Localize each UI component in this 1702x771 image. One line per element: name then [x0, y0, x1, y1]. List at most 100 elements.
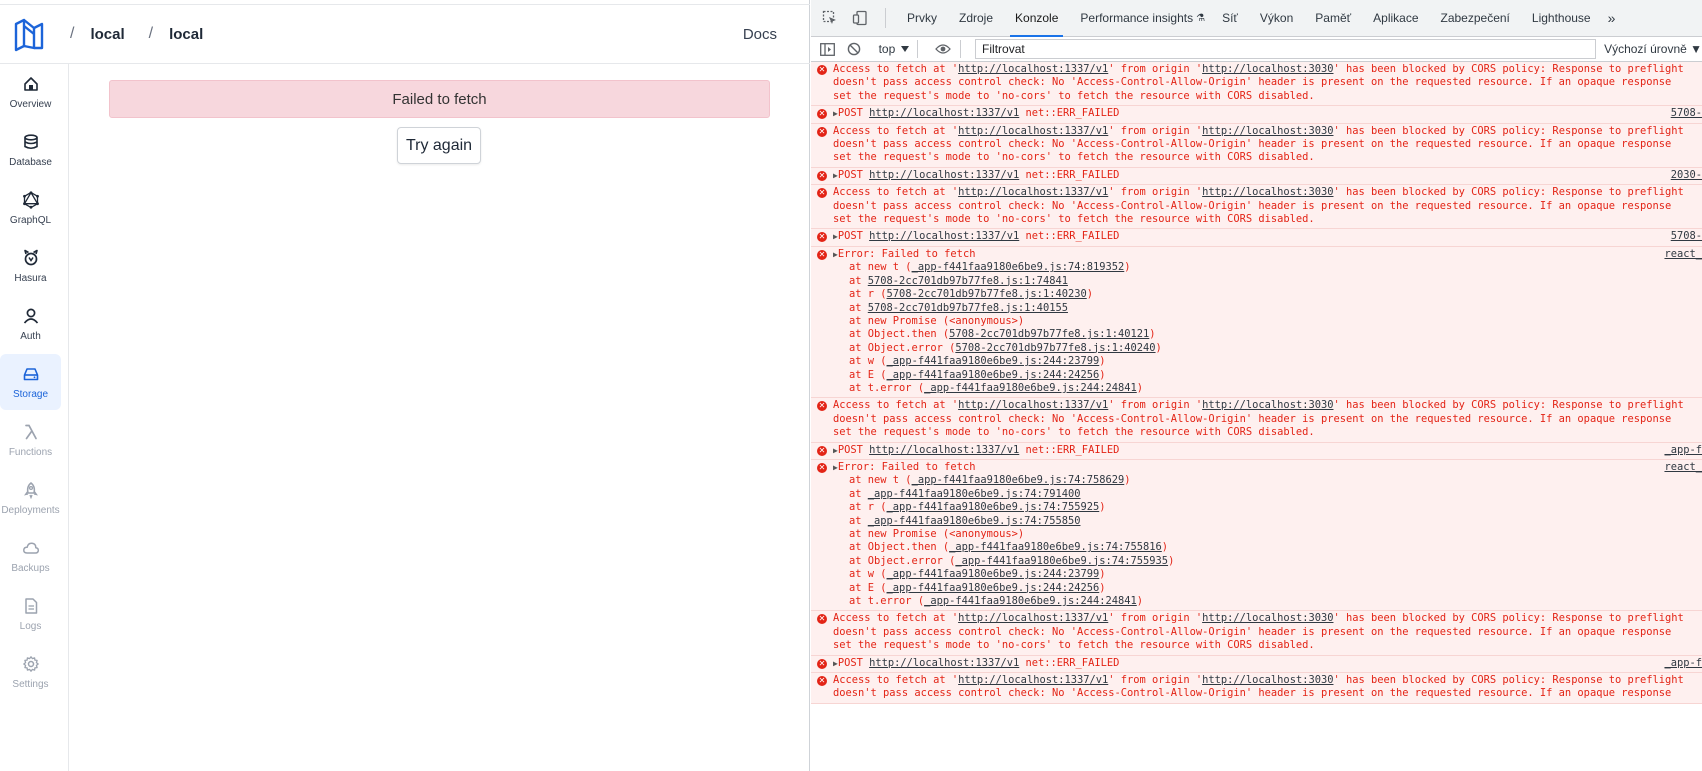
- console-message-cors: ✕ Access to fetch at 'http://localhost:13…: [811, 62, 1702, 107]
- console-filter-input[interactable]: [975, 39, 1597, 59]
- devtools-tab-síť[interactable]: Síť: [1211, 0, 1249, 37]
- sidebar-item-label: Settings: [12, 678, 49, 690]
- sidebar: Overview Database GraphQL Hasura Auth Storage…: [0, 64, 69, 771]
- console-source-link[interactable]: 2030-: [1666, 168, 1702, 183]
- console-line: at Object.error (_app-f441faa9180e6be9.j…: [849, 554, 1175, 567]
- sidebar-item-backups[interactable]: Backups: [0, 528, 61, 584]
- error-icon: ✕: [817, 65, 827, 75]
- console-line: at E (_app-f441faa9180e6be9.js:244:24256…: [849, 581, 1106, 594]
- console-line: at _app-f441faa9180e6be9.js:74:755850: [849, 514, 1081, 527]
- more-tabs-icon[interactable]: »: [1608, 10, 1616, 26]
- console-message-error[interactable]: ✕ ▶Error: Failed to fetch at new t (_app-f…: [811, 246, 1702, 399]
- console-source-link[interactable]: _app-f: [1660, 656, 1702, 671]
- console-line: ▶POST http://localhost:1337/v1 net::ERR_…: [833, 168, 1120, 181]
- console-line: at t.error (_app-f441faa9180e6be9.js:244…: [849, 595, 1144, 608]
- console-line: set the request's mode to 'no-cors' to f…: [833, 89, 1315, 102]
- devtools-tabs: Prvky Zdroje Konzole Performance insights ⚗ S…: [896, 0, 1602, 37]
- console-source-link[interactable]: react_: [1660, 460, 1702, 475]
- breadcrumb-separator: /: [70, 25, 75, 42]
- sidebar-item-label: Hasura: [14, 272, 47, 284]
- sidebar-item-storage[interactable]: Storage: [0, 354, 61, 410]
- expand-arrow-icon[interactable]: ▶: [833, 250, 838, 259]
- console-message-cors: ✕ Access to fetch at 'http://localhost:13…: [811, 398, 1702, 443]
- console-source-link[interactable]: react_: [1660, 247, 1702, 262]
- sidebar-item-label: Functions: [8, 446, 53, 458]
- devtools-tab-konzole[interactable]: Konzole: [1004, 0, 1069, 37]
- console-message-error[interactable]: ✕ ▶Error: Failed to fetch at new t (_app-f…: [811, 459, 1702, 612]
- console-line: set the request's mode to 'no-cors' to f…: [833, 426, 1315, 439]
- console-line: ▶Error: Failed to fetch: [833, 460, 976, 473]
- devtools-tab-zdroje[interactable]: Zdroje: [948, 0, 1004, 37]
- sidebar-item-label: Database: [9, 156, 52, 168]
- expand-arrow-icon[interactable]: ▶: [833, 446, 838, 455]
- devtools-tab-lighthouse[interactable]: Lighthouse: [1521, 0, 1602, 37]
- console-message-post[interactable]: ✕ ▶POST http://localhost:1337/v1 net::ERR…: [811, 106, 1702, 124]
- devtools-tab-performance-insights[interactable]: Performance insights: [1069, 0, 1204, 37]
- sidebar-item-label: Logs: [19, 620, 42, 632]
- sidebar-item-auth[interactable]: Auth: [0, 296, 61, 352]
- console-source-link[interactable]: 5708-: [1666, 230, 1702, 244]
- expand-arrow-icon[interactable]: ▶: [833, 463, 838, 472]
- console-message-post[interactable]: ✕ ▶POST http://localhost:1337/v1 net::ERR…: [811, 229, 1702, 247]
- devtools-tab-prvky[interactable]: Prvky: [896, 0, 948, 37]
- sidebar-item-functions[interactable]: Functions: [0, 412, 61, 468]
- clear-console-icon[interactable]: [845, 40, 863, 58]
- devtools-tab-zabezpečení[interactable]: Zabezpečení: [1430, 0, 1521, 37]
- expand-arrow-icon[interactable]: ▶: [833, 659, 838, 668]
- console-message-cors: ✕ Access to fetch at 'http://localhost:13…: [811, 673, 1702, 704]
- error-icon: ✕: [817, 401, 827, 412]
- sidebar-item-overview[interactable]: Overview: [0, 64, 61, 120]
- log-levels-select[interactable]: Výchozí úrovně ▼: [1604, 42, 1702, 56]
- console-line: at 5708-2cc701db97b77fe8.js:1:40155: [849, 301, 1068, 314]
- expand-arrow-icon[interactable]: ▶: [833, 109, 838, 118]
- expand-arrow-icon[interactable]: ▶: [833, 232, 838, 241]
- document-icon: [24, 597, 37, 614]
- console-line: ▶POST http://localhost:1337/v1 net::ERR_…: [833, 656, 1120, 669]
- database-icon: [23, 133, 38, 149]
- console-source-link[interactable]: 5708-: [1666, 107, 1702, 121]
- docs-link[interactable]: Docs: [743, 26, 777, 43]
- inspect-element-icon[interactable]: [819, 7, 841, 29]
- sidebar-item-database[interactable]: Database: [0, 122, 61, 178]
- sidebar-item-hasura[interactable]: Hasura: [0, 238, 61, 294]
- console-line: Access to fetch at 'http://localhost:133…: [833, 399, 1684, 412]
- sidebar-item-settings[interactable]: Settings: [0, 644, 61, 700]
- console-line: set the request's mode to 'no-cors' to f…: [833, 213, 1315, 226]
- nhost-logo-icon[interactable]: [12, 16, 46, 52]
- device-toolbar-icon[interactable]: [849, 7, 871, 29]
- error-icon: ✕: [817, 232, 827, 243]
- console-message-post[interactable]: ✕ ▶POST http://localhost:1337/v1 net::ERR…: [811, 442, 1702, 460]
- toolbar-divider: [885, 8, 886, 28]
- console-message-post[interactable]: ✕ ▶POST http://localhost:1337/v1 net::ERR…: [811, 655, 1702, 674]
- breadcrumb-workspace[interactable]: local: [90, 26, 124, 43]
- console-line: doesn't pass access control check: No 'A…: [833, 687, 1672, 700]
- user-icon: [23, 308, 38, 324]
- devtools-tab-paměť[interactable]: Paměť: [1304, 0, 1362, 37]
- sidebar-item-label: Storage: [12, 388, 49, 400]
- console-message-post[interactable]: ✕ ▶POST http://localhost:1337/v1 net::ERR…: [811, 167, 1702, 186]
- live-expression-eye-icon[interactable]: [934, 40, 952, 58]
- console-line: ▶Error: Failed to fetch: [833, 247, 976, 260]
- console-line: at new t (_app-f441faa9180e6be9.js:74:75…: [849, 474, 1131, 487]
- console-source-link[interactable]: _app-f: [1660, 443, 1702, 457]
- sidebar-item-deployments[interactable]: Deployments: [0, 470, 61, 526]
- breadcrumb-project[interactable]: local: [169, 26, 203, 43]
- console-line: doesn't pass access control check: No 'A…: [833, 199, 1672, 212]
- app-header: / local / local Docs: [0, 4, 810, 64]
- context-select[interactable]: top: [879, 42, 910, 56]
- console-line: ▶POST http://localhost:1337/v1 net::ERR_…: [833, 107, 1120, 120]
- lambda-icon: [24, 424, 37, 439]
- devtools-tab-výkon[interactable]: Výkon: [1249, 0, 1304, 37]
- console-line: at r (5708-2cc701db97b77fe8.js:1:40230): [849, 288, 1093, 301]
- console-message-cors: ✕ Access to fetch at 'http://localhost:13…: [811, 123, 1702, 168]
- error-alert: Failed to fetch: [109, 80, 770, 118]
- error-icon: ✕: [817, 109, 827, 120]
- console-line: at t.error (_app-f441faa9180e6be9.js:244…: [849, 381, 1144, 394]
- sidebar-item-logs[interactable]: Logs: [0, 586, 61, 642]
- console-line: set the request's mode to 'no-cors' to f…: [833, 639, 1315, 652]
- sidebar-item-graphql[interactable]: GraphQL: [0, 180, 61, 236]
- show-sidebar-icon[interactable]: [819, 40, 837, 58]
- try-again-button[interactable]: Try again: [397, 127, 481, 164]
- expand-arrow-icon[interactable]: ▶: [833, 171, 838, 180]
- devtools-tab-aplikace[interactable]: Aplikace: [1362, 0, 1429, 37]
